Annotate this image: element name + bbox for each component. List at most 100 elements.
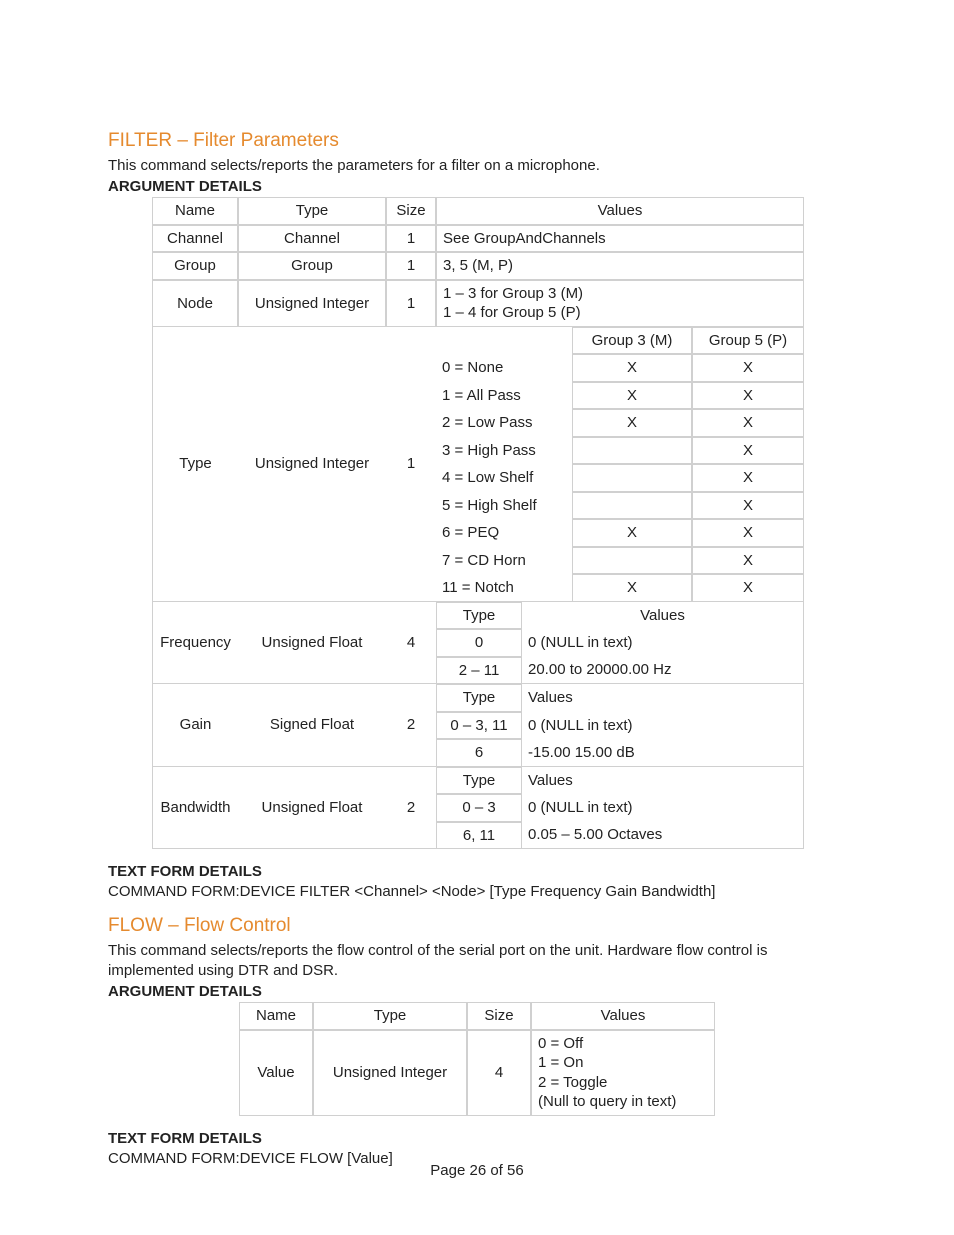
freq-value: 20.00 to 20000.00 Hz [522,657,804,685]
bw-value: 0 (NULL in text) [522,794,804,822]
filter-argument-table: Name Type Size Values Channel Channel 1 … [152,197,804,849]
cell-type: Channel [238,225,386,253]
type-value-label: 6 = PEQ [436,519,572,547]
freq-type: 0 [436,629,522,657]
col-type: Type [238,197,386,225]
cell-type: Signed Float [238,684,386,767]
type-value-m: X [572,519,692,547]
type-col-group3: Group 3 (M) [572,327,692,355]
cell-name: Bandwidth [152,767,238,850]
type-value-m: X [572,574,692,602]
table-row: Value Unsigned Integer 4 0 = Off 1 = On … [239,1030,715,1116]
freq-value: 0 (NULL in text) [522,629,804,657]
gain-col-type: Type [436,684,522,712]
type-value-p: X [692,409,804,437]
cell-name: Group [152,252,238,280]
type-value-label: 7 = CD Horn [436,547,572,575]
bw-col-values: Values [522,767,804,795]
gain-value: 0 (NULL in text) [522,712,804,740]
flow-heading: FLOW – Flow Control [108,915,846,937]
type-value-p: X [692,437,804,465]
type-value-m [572,464,692,492]
table-row: Type Unsigned Integer 1 Group 3 (M) Grou… [152,327,804,355]
flow-text-form-heading: TEXT FORM DETAILS [108,1130,846,1147]
page-footer: Page 26 of 56 [0,1162,954,1179]
cell-size: 1 [386,252,436,280]
type-value-m [572,547,692,575]
filter-arg-heading: ARGUMENT DETAILS [108,178,846,195]
col-values: Values [531,1002,715,1030]
table-row: Gain Signed Float 2 Type Values [152,684,804,712]
type-value-label: 5 = High Shelf [436,492,572,520]
type-value-m: X [572,409,692,437]
type-value-p: X [692,492,804,520]
type-value-p: X [692,519,804,547]
table-row: Channel Channel 1 See GroupAndChannels [152,225,804,253]
cell-values: 3, 5 (M, P) [436,252,804,280]
col-size: Size [386,197,436,225]
gain-type: 6 [436,739,522,767]
type-value-label: 1 = All Pass [436,382,572,410]
cell-name: Channel [152,225,238,253]
flow-argument-table: Name Type Size Values Value Unsigned Int… [239,1002,715,1116]
cell-type: Unsigned Integer [238,280,386,327]
cell-size: 2 [386,684,436,767]
cell-size: 2 [386,767,436,850]
table-header-row: Name Type Size Values [152,197,804,225]
type-col-group5: Group 5 (P) [692,327,804,355]
cell-type: Unsigned Integer [238,327,386,602]
cell-name: Type [152,327,238,602]
cell-type: Unsigned Integer [313,1030,467,1116]
cell-name: Value [239,1030,313,1116]
type-value-p: X [692,382,804,410]
cell-type: Group [238,252,386,280]
bw-type: 0 – 3 [436,794,522,822]
type-value-p: X [692,464,804,492]
cell-size: 1 [386,225,436,253]
cell-type: Unsigned Float [238,767,386,850]
cell-name: Node [152,280,238,327]
bw-value: 0.05 – 5.00 Octaves [522,822,804,850]
col-values: Values [436,197,804,225]
type-value-m [572,492,692,520]
cell-size: 4 [467,1030,531,1116]
cell-name: Gain [152,684,238,767]
type-value-label: 3 = High Pass [436,437,572,465]
col-name: Name [239,1002,313,1030]
freq-col-type: Type [436,602,522,630]
type-value-p: X [692,547,804,575]
gain-value: -15.00 15.00 dB [522,739,804,767]
filter-description: This command selects/reports the paramet… [108,156,846,176]
type-value-label: 2 = Low Pass [436,409,572,437]
table-row: Group Group 1 3, 5 (M, P) [152,252,804,280]
cell-size: 1 [386,280,436,327]
type-value-m [572,437,692,465]
col-size: Size [467,1002,531,1030]
cell-name: Frequency [152,602,238,685]
col-name: Name [152,197,238,225]
cell-values: 0 = Off 1 = On 2 = Toggle (Null to query… [531,1030,715,1116]
flow-arg-heading: ARGUMENT DETAILS [108,983,846,1000]
freq-type: 2 – 11 [436,657,522,685]
table-row: Frequency Unsigned Float 4 Type Values [152,602,804,630]
table-row: Bandwidth Unsigned Float 2 Type Values [152,767,804,795]
table-header-row: Name Type Size Values [239,1002,715,1030]
type-value-p: X [692,574,804,602]
filter-text-form-heading: TEXT FORM DETAILS [108,863,846,880]
cell-values: See GroupAndChannels [436,225,804,253]
cell-type: Unsigned Float [238,602,386,685]
gain-col-values: Values [522,684,804,712]
filter-heading: FILTER – Filter Parameters [108,130,846,152]
cell-size: 4 [386,602,436,685]
filter-text-form: COMMAND FORM:DEVICE FILTER <Channel> <No… [108,882,846,902]
cell-size: 1 [386,327,436,602]
type-value-label: 0 = None [436,354,572,382]
bw-type: 6, 11 [436,822,522,850]
type-value-label: 4 = Low Shelf [436,464,572,492]
freq-col-values: Values [522,602,804,630]
type-value-m: X [572,382,692,410]
cell-values: 1 – 3 for Group 3 (M) 1 – 4 for Group 5 … [436,280,804,327]
type-value-m: X [572,354,692,382]
table-row: Node Unsigned Integer 1 1 – 3 for Group … [152,280,804,327]
type-value-label: 11 = Notch [436,574,572,602]
